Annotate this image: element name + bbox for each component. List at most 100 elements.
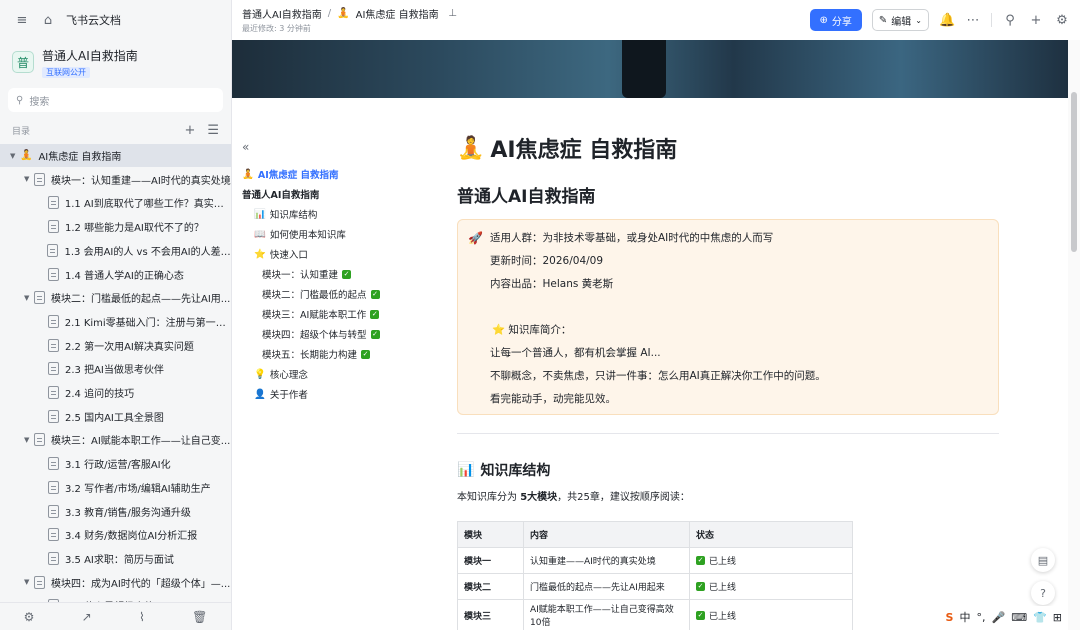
- tree-item[interactable]: 2.2 第一次用AI解决真实问题: [0, 334, 231, 357]
- skin-icon[interactable]: 👕: [1033, 611, 1047, 624]
- tree-item-label: 2.2 第一次用AI解决真实问题: [65, 341, 194, 353]
- doc-icon: [48, 551, 59, 565]
- tree-item[interactable]: ▼ 模块一：认知重建——AI时代的真实处境: [0, 168, 231, 191]
- status-cell: ✓ 已上线: [689, 599, 853, 630]
- outline-item[interactable]: 💡 核心理念: [242, 364, 442, 384]
- tree-item[interactable]: 1.2 哪些能力是AI取代不了的？: [0, 215, 231, 238]
- search-placeholder: 搜索: [29, 96, 50, 108]
- table-header: 模块: [457, 521, 524, 548]
- outline-emoji-icon: ⭐: [254, 248, 266, 260]
- tree-item[interactable]: 3.3 教育/销售/服务沟通升级: [0, 500, 231, 523]
- sidebar-footer: ⚙ ↗ ⌇ 🗑: [0, 602, 231, 630]
- tree-item-label: 模块四：成为AI时代的「超级个体」—...: [51, 578, 231, 590]
- page-title[interactable]: 🧘 AI焦虑症 自救指南: [457, 130, 1002, 166]
- outline-item-label: 核心理念: [269, 370, 308, 381]
- tree-item[interactable]: 3.4 财务/数据岗位AI分析汇报: [0, 523, 231, 546]
- caret-down-icon[interactable]: ▼: [24, 436, 34, 444]
- outline-item[interactable]: 📊 知识库结构: [242, 204, 442, 224]
- share-out-icon[interactable]: ↗: [82, 610, 92, 624]
- doc-tool-icon[interactable]: ▤: [1031, 548, 1055, 572]
- tree-item[interactable]: 3.1 行政/运营/客服AI化: [0, 452, 231, 475]
- breadcrumb-current[interactable]: AI焦虑症 自救指南: [356, 6, 439, 21]
- punctuation-icon[interactable]: °,: [976, 611, 985, 624]
- tree-item[interactable]: 3.5 AI求职：简历与面试: [0, 547, 231, 570]
- tree-item[interactable]: 2.5 国内AI工具全景图: [0, 405, 231, 428]
- tree-item[interactable]: ▼ 🧘 AI焦虑症 自救指南: [0, 144, 231, 167]
- breadcrumb-root[interactable]: 普通人AI自救指南: [242, 6, 322, 21]
- collapse-outline-icon[interactable]: «: [242, 140, 442, 154]
- edit-mode-button[interactable]: ✎ 编辑 ⌄: [871, 9, 929, 31]
- outline-item[interactable]: 模块五：长期能力构建 ✓: [242, 344, 442, 364]
- checkmark-icon: ✓: [342, 269, 352, 279]
- gear-icon[interactable]: ⚙: [1054, 13, 1070, 28]
- settings-icon[interactable]: ⚙: [24, 610, 35, 624]
- checkmark-icon: ✓: [370, 329, 380, 339]
- intro-pre: 本知识库分为: [457, 492, 521, 503]
- tree-item[interactable]: 1.3 会用AI的人 vs 不会用AI的人差距...: [0, 239, 231, 262]
- tree-item[interactable]: 1.1 AI到底取代了哪些工作？真实数...: [0, 191, 231, 214]
- outline-item[interactable]: ⭐ 快速入口: [242, 244, 442, 264]
- checkmark-icon: ✓: [370, 289, 380, 299]
- search-input[interactable]: ⚲ 搜索: [8, 88, 223, 112]
- checkmark-icon: ✓: [361, 349, 371, 359]
- chart-icon[interactable]: ⌇: [139, 610, 145, 624]
- outline-item[interactable]: 模块二：门槛最低的起点 ✓: [242, 284, 442, 304]
- doc-icon: [47, 196, 59, 210]
- pin-icon[interactable]: ⊥: [445, 8, 461, 19]
- mic-icon[interactable]: 🎤: [991, 611, 1005, 624]
- outline-item[interactable]: 模块一：认知重建 ✓: [242, 264, 442, 284]
- search-icon[interactable]: ⚲: [1002, 13, 1018, 28]
- tree-item[interactable]: 3.2 写作者/市场/编辑AI辅助生产: [0, 476, 231, 499]
- globe-icon: ⊕: [819, 14, 828, 26]
- caret-down-icon[interactable]: ▼: [10, 152, 20, 160]
- tree-item-label: 1.3 会用AI的人 vs 不会用AI的人差距...: [64, 246, 231, 258]
- tree-item[interactable]: 2.3 把AI当做思考伙伴: [0, 357, 231, 380]
- outline-item[interactable]: 模块四：超级个体与转型 ✓: [242, 324, 442, 344]
- tree-item[interactable]: 2.4 追问的技巧: [0, 381, 231, 404]
- outline-item[interactable]: 普通人AI自救指南: [242, 184, 442, 204]
- collapse-sidebar-icon[interactable]: ≡: [14, 13, 30, 28]
- share-button[interactable]: ⊕ 分享: [809, 9, 862, 31]
- heading-1: 普通人AI自救指南: [457, 187, 596, 207]
- intro-text: 本知识库分为 5大模块，共25章，建议按顺序阅读：: [457, 488, 1002, 503]
- add-icon[interactable]: +: [184, 123, 195, 138]
- tree-item[interactable]: 1.4 普通人学AI的正确心态: [0, 263, 231, 286]
- help-icon[interactable]: ?: [1031, 581, 1055, 605]
- scrollbar-thumb[interactable]: [1071, 92, 1077, 252]
- tree-item-label: 1.2 哪些能力是AI取代不了的？: [65, 223, 204, 235]
- plus-icon[interactable]: +: [1028, 13, 1044, 28]
- caret-down-icon[interactable]: ▼: [24, 175, 34, 183]
- ime-logo-icon[interactable]: S: [946, 611, 954, 624]
- tree-item[interactable]: ▼ 模块二：门槛最低的起点——先让AI用...: [0, 286, 231, 309]
- outline-item[interactable]: 模块三：AI赋能本职工作 ✓: [242, 304, 442, 324]
- trash-icon[interactable]: 🗑: [192, 610, 207, 624]
- doc-icon: [48, 386, 59, 399]
- home-icon[interactable]: ⌂: [40, 13, 56, 28]
- outline-item-label: AI焦虑症 自救指南: [257, 170, 339, 181]
- grid-icon[interactable]: ⊞: [1053, 611, 1062, 624]
- toolbar-divider: [991, 13, 992, 27]
- outline-item-label: 如何使用本知识库: [269, 230, 346, 241]
- outline-item[interactable]: 📖 如何使用本知识库: [242, 224, 442, 244]
- topbar: 普通人AI自救指南 / 🧘 AI焦虑症 自救指南 ⊥ 最近修改: 3 分钟前 ⊕…: [232, 0, 1080, 40]
- bell-icon[interactable]: 🔔: [939, 13, 955, 28]
- outline-item[interactable]: 🧘 AI焦虑症 自救指南: [242, 164, 442, 184]
- more-icon[interactable]: ⋯: [965, 13, 981, 28]
- keyboard-icon[interactable]: ⌨: [1011, 611, 1027, 624]
- brand-name[interactable]: 飞书云文档: [66, 12, 121, 28]
- caret-down-icon[interactable]: ▼: [24, 294, 34, 302]
- outline-item[interactable]: 👤 关于作者: [242, 384, 442, 404]
- tree-item[interactable]: 2.1 Kimi零基础入门：注册与第一次...: [0, 310, 231, 333]
- tree-item-label: 1.4 普通人学AI的正确心态: [65, 270, 184, 282]
- outline-item-label: 模块五：长期能力构建: [262, 350, 358, 361]
- doc-icon: [34, 291, 45, 305]
- caret-down-icon[interactable]: ▼: [24, 578, 34, 586]
- tree-item[interactable]: ▼ 模块四：成为AI时代的「超级个体」—...: [0, 571, 231, 594]
- scrollbar[interactable]: [1068, 40, 1080, 630]
- list-settings-icon[interactable]: ☰: [207, 123, 219, 138]
- intro-bold: 5大模块: [520, 492, 558, 503]
- workspace-header[interactable]: 普 普通人AI自救指南 互联网公开: [0, 40, 231, 84]
- ime-lang[interactable]: 中: [959, 609, 970, 625]
- table-header: 内容: [523, 521, 690, 548]
- tree-item[interactable]: ▼ 模块三：AI赋能本职工作——让自己变...: [0, 428, 231, 451]
